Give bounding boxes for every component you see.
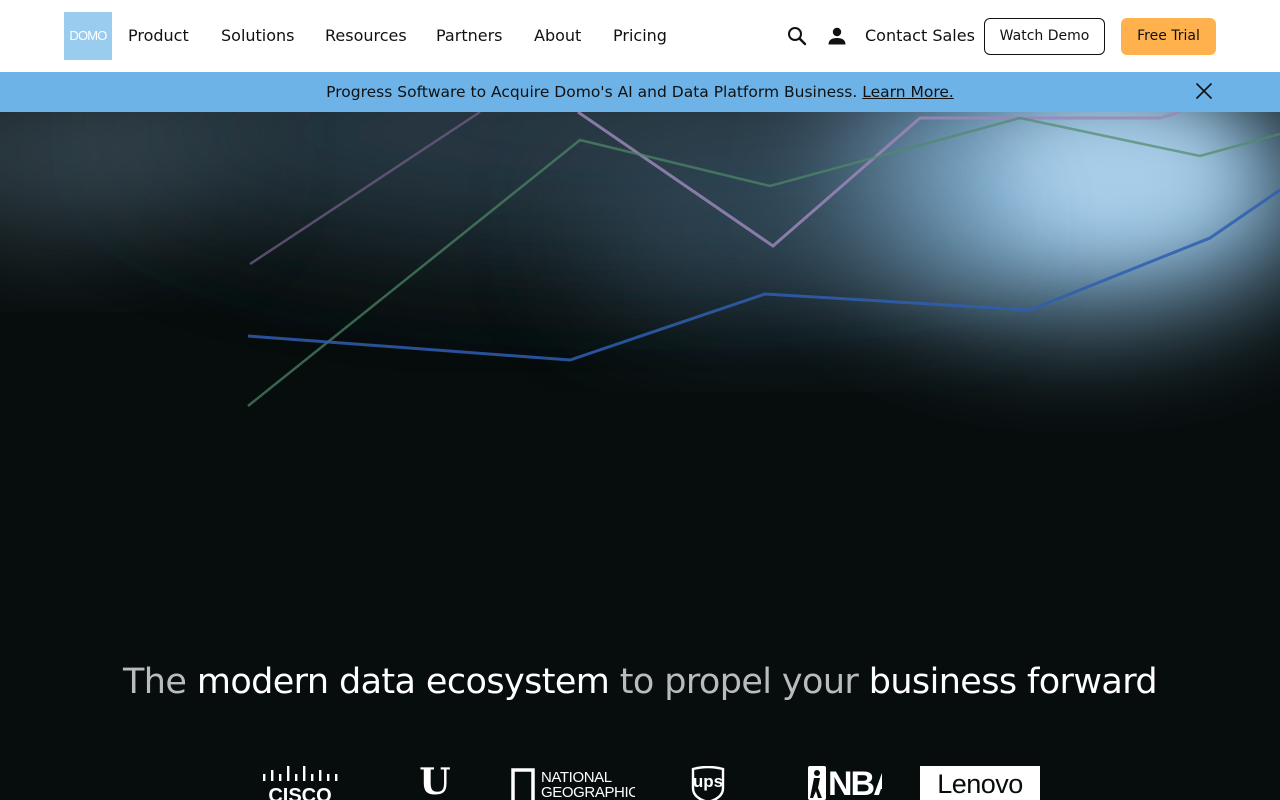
- nav-item-resources[interactable]: Resources: [325, 24, 407, 48]
- lenovo-logo: Lenovo: [920, 766, 1040, 800]
- nba-wordmark: NBA: [828, 766, 882, 800]
- domo-logo[interactable]: DOMO: [64, 12, 112, 60]
- headline-part-3: to propel your: [609, 662, 869, 702]
- close-icon[interactable]: [1194, 81, 1214, 101]
- contact-sales-link[interactable]: Contact Sales: [865, 24, 975, 48]
- headline-part-2: modern data ecosystem: [196, 662, 610, 702]
- search-icon[interactable]: [785, 24, 809, 48]
- user-icon[interactable]: [825, 24, 849, 48]
- nav-item-solutions[interactable]: Solutions: [221, 24, 295, 48]
- nav-item-pricing[interactable]: Pricing: [613, 24, 667, 48]
- watch-demo-button[interactable]: Watch Demo: [984, 18, 1105, 55]
- nav-item-partners[interactable]: Partners: [436, 24, 502, 48]
- hero-headline: The modern data ecosystem to propel your…: [0, 656, 1280, 708]
- logo-text: DOMO: [69, 28, 107, 43]
- lenovo-wordmark: Lenovo: [937, 769, 1023, 799]
- announcement-banner: Progress Software to Acquire Domo's AI a…: [0, 72, 1280, 112]
- unilever-mark: U: [419, 766, 451, 800]
- unilever-logo: U: [418, 766, 452, 800]
- nav-item-product[interactable]: Product: [128, 24, 189, 48]
- headline-part-1: The: [123, 662, 197, 702]
- banner-learn-more-link[interactable]: Learn More.: [862, 83, 954, 101]
- headline-part-4: business forward: [868, 662, 1158, 702]
- cisco-logo: CISCO: [262, 766, 338, 800]
- natgeo-line-1: NATIONAL: [541, 769, 612, 786]
- cisco-wordmark: CISCO: [268, 785, 332, 800]
- national-geographic-logo: NATIONAL GEOGRAPHIC: [511, 766, 635, 800]
- nav-item-about[interactable]: About: [534, 24, 581, 48]
- ups-wordmark: ups: [692, 772, 724, 791]
- banner-text: Progress Software to Acquire Domo's AI a…: [326, 83, 858, 101]
- ups-logo: ups: [690, 766, 726, 800]
- top-navigation: DOMO Product Solutions Resources Partner…: [0, 0, 1280, 72]
- natgeo-line-2: GEOGRAPHIC: [541, 784, 635, 800]
- banner-message: Progress Software to Acquire Domo's AI a…: [0, 72, 1280, 112]
- nba-logo: NBA: [808, 766, 882, 800]
- free-trial-button[interactable]: Free Trial: [1121, 18, 1216, 55]
